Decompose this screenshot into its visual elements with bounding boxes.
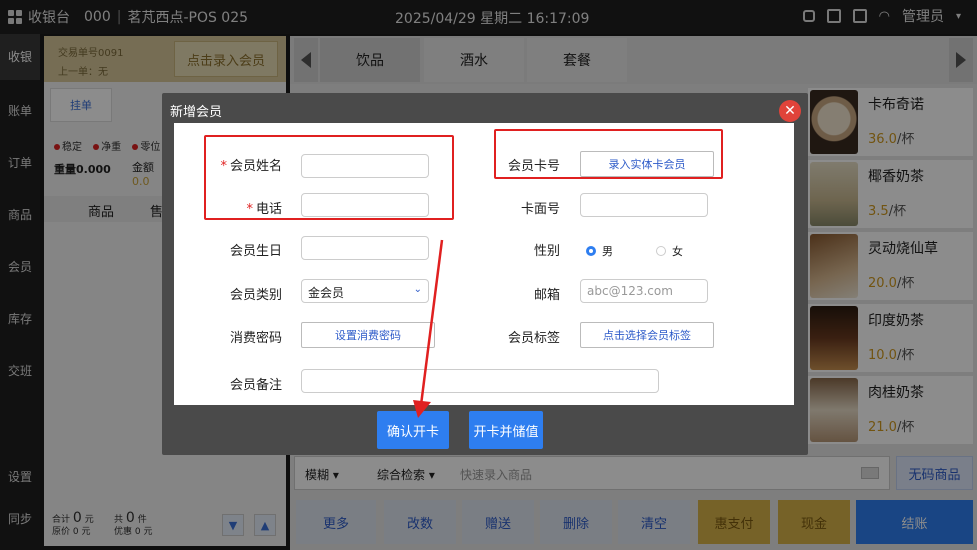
radio-checked-icon — [586, 246, 596, 256]
gender-female-radio[interactable]: 女 — [656, 243, 683, 259]
tag-label: 会员标签 — [507, 331, 560, 346]
member-type-select[interactable]: 金会员 ⌄ — [301, 279, 429, 303]
add-member-dialog: 新增会员 ✕ * 会员姓名 * 电话 会员生日 会员类别 金会员 ⌄ 消费密码 设置消… — [162, 93, 808, 455]
set-password-button[interactable]: 设置消费密码 — [301, 322, 435, 348]
highlight-box-card — [494, 129, 723, 179]
note-label: 会员备注 — [229, 378, 282, 393]
select-tag-button[interactable]: 点击选择会员标签 — [580, 322, 714, 348]
gender-label: 性别 — [533, 244, 560, 259]
email-label: 邮箱 — [533, 288, 560, 303]
gender-male-radio[interactable]: 男 — [586, 243, 613, 259]
open-card-and-store-button[interactable]: 开卡并储值 — [469, 411, 543, 449]
highlight-box-required — [204, 135, 454, 220]
card-face-number-label: 卡面号 — [520, 202, 560, 217]
birthday-input[interactable] — [301, 236, 429, 260]
close-icon[interactable]: ✕ — [779, 100, 801, 122]
member-type-label: 会员类别 — [229, 288, 282, 303]
dialog-title: 新增会员 — [170, 105, 223, 120]
member-form: * 会员姓名 * 电话 会员生日 会员类别 金会员 ⌄ 消费密码 设置消费密码 会员备… — [174, 123, 794, 405]
chevron-down-icon: ⌄ — [413, 284, 422, 295]
confirm-open-card-button[interactable]: 确认开卡 — [377, 411, 449, 449]
email-input[interactable]: abc@123.com — [580, 279, 708, 303]
note-input[interactable] — [301, 369, 659, 393]
birthday-label: 会员生日 — [229, 244, 282, 259]
card-face-number-input[interactable] — [580, 193, 708, 217]
member-type-value: 金会员 — [308, 286, 345, 300]
radio-unchecked-icon — [656, 246, 666, 256]
password-label: 消费密码 — [229, 331, 282, 346]
